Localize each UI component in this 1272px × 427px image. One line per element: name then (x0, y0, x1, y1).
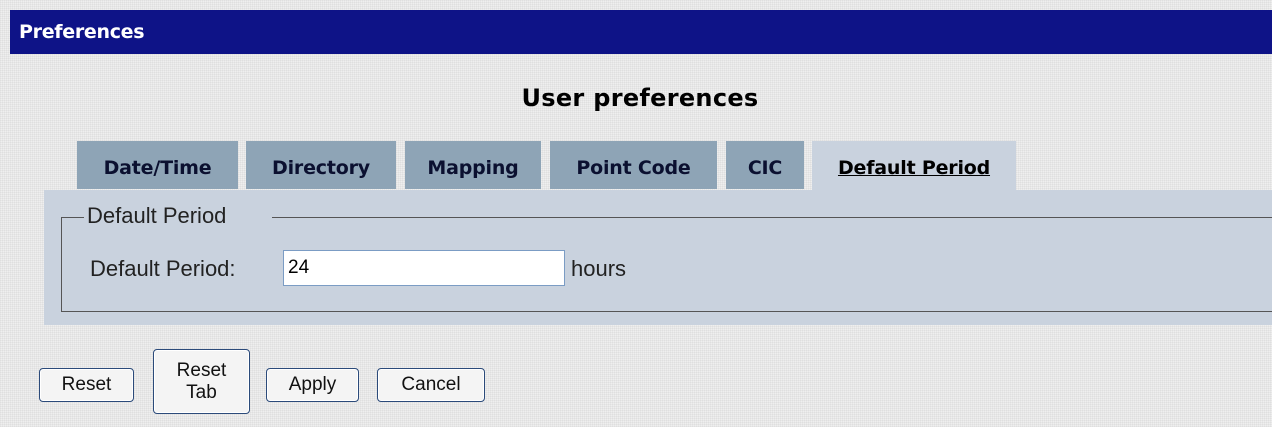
default-period-label: Default Period: (90, 256, 236, 281)
tab-label: CIC (747, 157, 783, 179)
reset-button-label: Reset (61, 374, 112, 395)
tab-point-code[interactable]: Point Code (550, 141, 717, 189)
tab-label: Default Period (837, 157, 991, 179)
window-title: Preferences (19, 21, 145, 43)
group-legend: Default Period (87, 203, 227, 228)
tab-label: Point Code (576, 157, 691, 179)
hours-unit-label: hours (571, 256, 627, 281)
reset-tab-button-label: Reset Tab (176, 359, 227, 403)
apply-button[interactable]: Apply (266, 368, 359, 402)
tab-label: Directory (272, 157, 370, 179)
page-title: User preferences (521, 84, 759, 112)
apply-button-label: Apply (288, 374, 337, 395)
reset-button[interactable]: Reset (39, 368, 134, 402)
title-bar: Preferences (10, 10, 1272, 54)
reset-tab-button[interactable]: Reset Tab (153, 349, 250, 414)
tab-label: Mapping (427, 157, 519, 179)
tab-default-period[interactable]: Default Period (812, 141, 1016, 192)
tab-mapping[interactable]: Mapping (405, 141, 541, 189)
group-border-top-right (272, 217, 1272, 218)
default-period-group (61, 217, 1272, 312)
tab-label: Date/Time (103, 157, 212, 179)
tab-date-time[interactable]: Date/Time (77, 141, 238, 189)
default-period-input[interactable] (283, 250, 565, 286)
cancel-button-label: Cancel (401, 374, 461, 395)
cancel-button[interactable]: Cancel (377, 368, 485, 402)
tab-cic[interactable]: CIC (726, 141, 804, 189)
group-border-top-left (61, 217, 84, 218)
tab-directory[interactable]: Directory (246, 141, 396, 189)
